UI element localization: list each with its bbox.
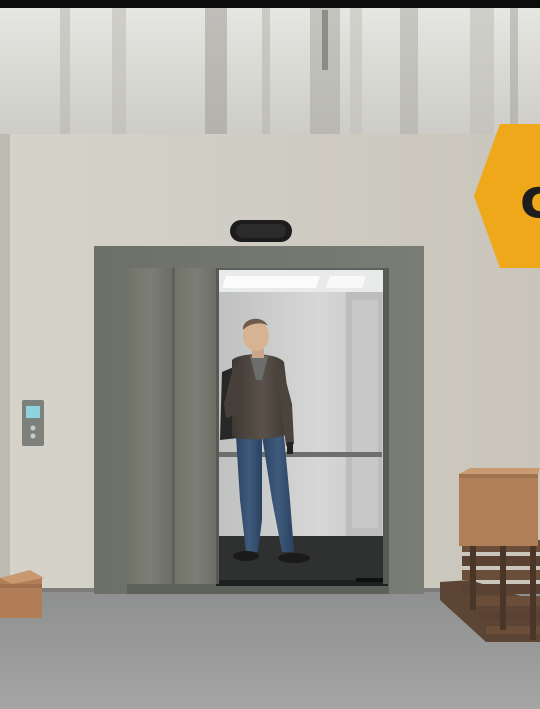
cardboard-box-left <box>0 570 44 618</box>
badge-text: c <box>520 167 540 230</box>
badge: c <box>470 120 540 270</box>
elevator-door-right <box>174 268 218 584</box>
top-bar <box>0 0 540 8</box>
elevator-scene <box>0 8 540 709</box>
cardboard-box-right <box>459 468 540 546</box>
elevator-door-left <box>127 268 173 584</box>
